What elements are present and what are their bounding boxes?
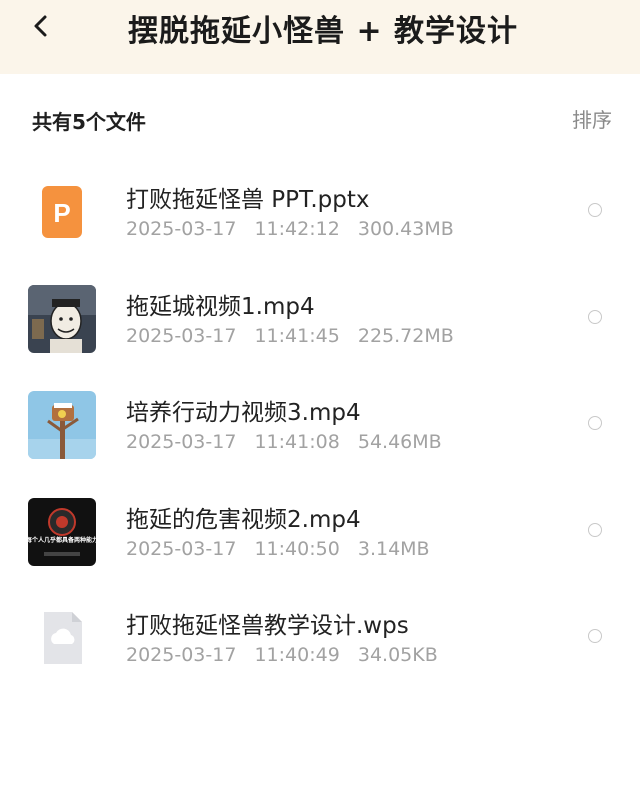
svg-text:P: P bbox=[53, 198, 70, 228]
file-size: 225.72MB bbox=[357, 324, 454, 347]
file-row[interactable]: 每个人几乎都具备两种能力 拖延的危害视频2.mp4 2025-03-17 11:… bbox=[0, 480, 640, 587]
file-date: 2025-03-17 bbox=[126, 644, 237, 666]
ppt-file-icon: P bbox=[28, 178, 96, 246]
cloud-file-icon bbox=[28, 604, 96, 672]
file-size: 54.46MB bbox=[357, 431, 442, 453]
file-time: 11:41:08 bbox=[254, 431, 340, 453]
file-row[interactable]: 拖延城视频1.mp4 2025-03-17 11:41:45 225.72MB bbox=[0, 267, 640, 374]
file-time: 11:41:45 bbox=[254, 324, 340, 347]
select-radio[interactable] bbox=[588, 522, 602, 537]
file-meta: 2025-03-17 11:42:12 300.43MB bbox=[126, 218, 466, 240]
video-thumbnail: 每个人几乎都具备两种能力 bbox=[28, 497, 96, 566]
thumbnail-caption: 每个人几乎都具备两种能力 bbox=[28, 536, 96, 544]
header-bar: 摆脱拖延小怪兽 + 教学设计 bbox=[0, 0, 640, 74]
sort-button[interactable]: 排序 bbox=[572, 104, 612, 133]
file-meta: 2025-03-17 11:41:45 225.72MB bbox=[126, 325, 466, 347]
file-toolbar: 共有5个文件 排序 bbox=[0, 96, 640, 140]
back-arrow-icon[interactable] bbox=[30, 14, 54, 38]
file-date: 2025-03-17 bbox=[126, 218, 237, 240]
file-name: 打败拖延怪兽 PPT.pptx bbox=[126, 187, 370, 213]
file-row[interactable]: P 打败拖延怪兽 PPT.pptx 2025-03-17 11:42:12 30… bbox=[0, 160, 640, 267]
file-time: 11:42:12 bbox=[254, 218, 340, 240]
select-radio[interactable] bbox=[588, 629, 602, 643]
file-name: 拖延城视频1.mp4 bbox=[126, 293, 315, 320]
file-date: 2025-03-17 bbox=[126, 537, 237, 560]
select-radio[interactable] bbox=[588, 203, 602, 217]
file-row[interactable]: 打败拖延怪兽教学设计.wps 2025-03-17 11:40:49 34.05… bbox=[0, 586, 640, 693]
file-size: 3.14MB bbox=[357, 537, 430, 560]
file-meta: 2025-03-17 11:40:50 3.14MB bbox=[126, 538, 442, 560]
file-list: P 打败拖延怪兽 PPT.pptx 2025-03-17 11:42:12 30… bbox=[0, 160, 640, 693]
video-thumbnail bbox=[28, 284, 96, 353]
file-name: 打败拖延怪兽教学设计.wps bbox=[126, 613, 409, 639]
file-date: 2025-03-17 bbox=[126, 324, 237, 347]
file-name: 拖延的危害视频2.mp4 bbox=[126, 506, 361, 533]
file-size: 300.43MB bbox=[357, 218, 454, 240]
video-thumbnail bbox=[28, 391, 96, 459]
file-count-label: 共有5个文件 bbox=[32, 110, 146, 134]
file-time: 11:40:49 bbox=[254, 644, 340, 666]
file-row[interactable]: 培养行动力视频3.mp4 2025-03-17 11:41:08 54.46MB bbox=[0, 373, 640, 480]
file-meta: 2025-03-17 11:41:08 54.46MB bbox=[126, 431, 454, 453]
select-radio[interactable] bbox=[588, 416, 602, 430]
file-meta: 2025-03-17 11:40:49 34.05KB bbox=[126, 644, 450, 666]
file-time: 11:40:50 bbox=[254, 537, 340, 560]
page-title: 摆脱拖延小怪兽 + 教学设计 bbox=[128, 14, 519, 49]
file-name: 培养行动力视频3.mp4 bbox=[126, 400, 361, 426]
select-radio[interactable] bbox=[588, 309, 602, 324]
file-date: 2025-03-17 bbox=[126, 431, 237, 453]
file-size: 34.05KB bbox=[357, 644, 438, 666]
